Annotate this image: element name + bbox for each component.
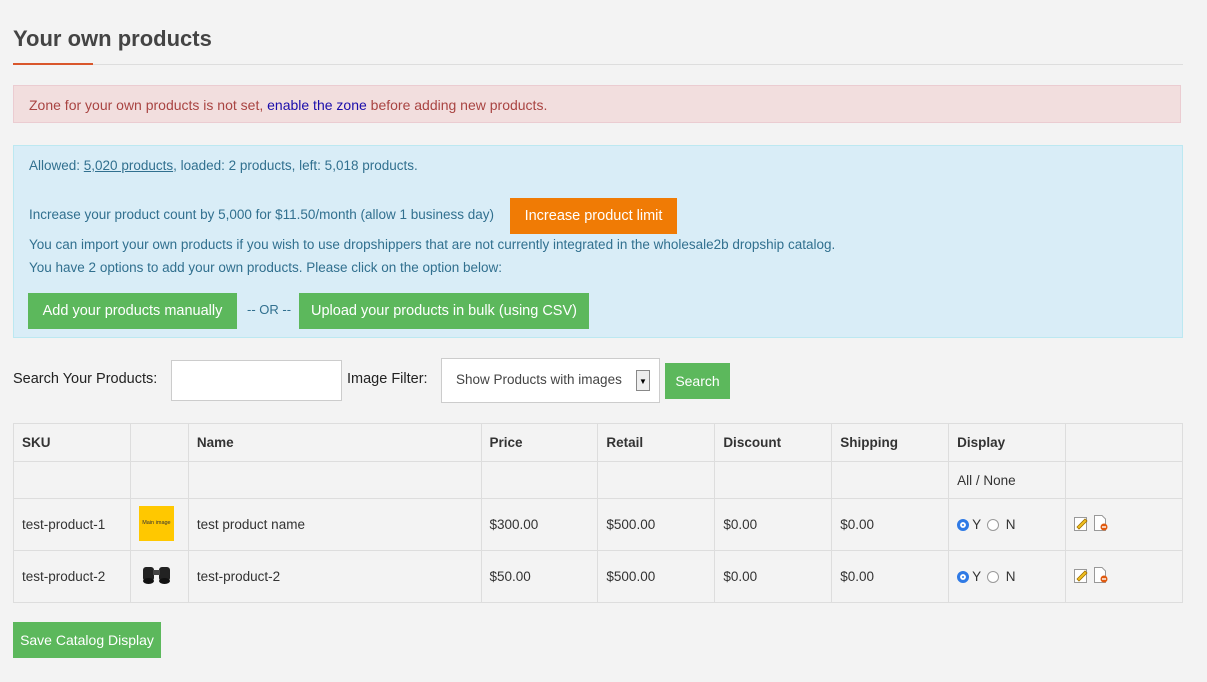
column-header-actions xyxy=(1065,423,1183,462)
column-header-discount: Discount xyxy=(714,423,833,462)
enable-zone-link[interactable]: enable the zone xyxy=(267,97,367,113)
allowed-line: Allowed: 5,020 products, loaded: 2 produ… xyxy=(29,158,418,173)
import-explanation-text: You can import your own products if you … xyxy=(29,237,836,252)
alert-text-suffix: before adding new products. xyxy=(366,97,548,113)
edit-icon[interactable] xyxy=(1074,516,1089,534)
column-header-price: Price xyxy=(480,423,599,462)
column-header-name: Name xyxy=(187,423,482,462)
display-yes-radio[interactable] xyxy=(957,519,970,531)
row-display: Y N xyxy=(948,498,1067,551)
row-name: test-product-2 xyxy=(187,550,482,603)
table-header-row: SKU Name Price Retail Discount Shipping … xyxy=(13,423,1183,462)
zone-warning-alert: Zone for your own products is not set, e… xyxy=(13,85,1181,123)
product-info-panel: Allowed: 5,020 products, loaded: 2 produ… xyxy=(13,145,1183,338)
title-divider xyxy=(13,64,1183,65)
row-retail: $500.00 xyxy=(597,550,716,603)
column-header-sku: SKU xyxy=(13,423,131,462)
image-filter-select[interactable]: Show Products with images ▼ xyxy=(441,358,660,403)
row-shipping: $0.00 xyxy=(831,498,950,551)
row-display: Y N xyxy=(948,550,1067,603)
table-filter-row: All / None xyxy=(13,461,1183,499)
row-actions xyxy=(1065,498,1183,551)
allowed-products-link[interactable]: 5,020 products xyxy=(84,158,173,173)
radio-no-label: N xyxy=(1005,569,1016,584)
image-filter-label: Image Filter: xyxy=(347,371,428,387)
search-label: Search Your Products: xyxy=(13,371,158,387)
row-sku: test-product-2 xyxy=(13,550,131,603)
add-products-manually-button[interactable]: Add your products manually xyxy=(28,293,237,329)
product-thumbnail: Main image xyxy=(138,505,174,541)
row-price: $50.00 xyxy=(480,550,599,603)
row-price: $300.00 xyxy=(480,498,599,551)
page-title: Your own products xyxy=(13,26,212,51)
column-header-retail: Retail xyxy=(597,423,716,462)
image-filter-value: Show Products with images xyxy=(456,372,622,387)
increase-product-limit-button[interactable]: Increase product limit xyxy=(510,198,677,234)
save-catalog-display-button[interactable]: Save Catalog Display xyxy=(13,622,161,658)
column-header-shipping: Shipping xyxy=(831,423,950,462)
display-yes-radio[interactable] xyxy=(957,571,970,583)
row-shipping: $0.00 xyxy=(831,550,950,603)
column-header-display: Display xyxy=(948,423,1067,462)
alert-text-prefix: Zone for your own products is not set, xyxy=(29,97,268,113)
search-input[interactable] xyxy=(171,360,342,401)
search-button[interactable]: Search xyxy=(665,363,730,399)
row-image-cell xyxy=(129,550,189,603)
radio-no-label: N xyxy=(1005,517,1016,532)
display-no-radio[interactable] xyxy=(986,571,999,583)
radio-yes-label: Y xyxy=(972,569,981,584)
dropdown-arrow-icon: ▼ xyxy=(636,370,650,391)
edit-icon[interactable] xyxy=(1074,568,1089,586)
upload-bulk-csv-button[interactable]: Upload your products in bulk (using CSV) xyxy=(299,293,589,329)
increase-count-text: Increase your product count by 5,000 for… xyxy=(29,207,495,222)
products-table: SKU Name Price Retail Discount Shipping … xyxy=(13,423,1183,603)
row-retail: $500.00 xyxy=(597,498,716,551)
binoculars-icon xyxy=(139,564,175,586)
row-discount: $0.00 xyxy=(714,498,833,551)
table-row: test-product-2 test-product-2 $50.00 $50… xyxy=(13,550,1183,603)
or-separator: -- OR -- xyxy=(247,302,292,317)
row-name: test product name xyxy=(187,498,482,551)
row-sku: test-product-1 xyxy=(13,498,131,551)
delete-icon[interactable] xyxy=(1093,515,1109,534)
display-no-radio[interactable] xyxy=(986,519,999,531)
column-header-image xyxy=(129,423,189,462)
display-all-none-toggle[interactable]: All / None xyxy=(948,461,1067,499)
delete-icon[interactable] xyxy=(1093,567,1109,586)
row-discount: $0.00 xyxy=(714,550,833,603)
title-accent-line xyxy=(13,63,93,65)
options-explanation-text: You have 2 options to add your own produ… xyxy=(29,260,503,275)
table-row: test-product-1 Main image test product n… xyxy=(13,498,1183,551)
row-actions xyxy=(1065,550,1183,603)
radio-yes-label: Y xyxy=(972,517,981,532)
row-image-cell: Main image xyxy=(129,498,189,551)
